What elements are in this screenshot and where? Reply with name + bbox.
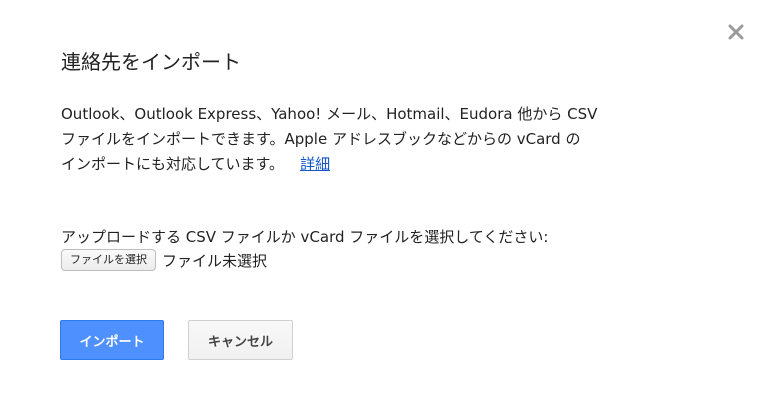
description-line: Outlook、Outlook Express、Yahoo! メール、Hotma… — [61, 105, 598, 123]
import-description: Outlook、Outlook Express、Yahoo! メール、Hotma… — [61, 102, 741, 177]
choose-file-button[interactable]: ファイルを選択 — [61, 249, 156, 271]
upload-label: アップロードする CSV ファイルか vCard ファイルを選択してください: — [61, 228, 549, 246]
description-line-with-link: インポートにも対応しています。 詳細 — [61, 152, 741, 177]
dialog-title: 連絡先をインポート — [61, 50, 241, 74]
description-line: インポートにも対応しています。 — [61, 155, 285, 173]
description-line: ファイルをインポートできます。Apple アドレスブックなどからの vCard … — [61, 130, 581, 148]
close-icon — [728, 24, 744, 40]
details-link[interactable]: 詳細 — [300, 155, 330, 173]
cancel-button[interactable]: キャンセル — [188, 320, 293, 360]
import-contacts-dialog: 連絡先をインポート Outlook、Outlook Express、Yahoo!… — [0, 0, 768, 406]
file-picker: ファイルを選択 ファイル未選択 — [61, 249, 267, 271]
file-status: ファイル未選択 — [162, 251, 268, 270]
close-button[interactable] — [724, 20, 748, 44]
import-button[interactable]: インポート — [60, 320, 164, 360]
